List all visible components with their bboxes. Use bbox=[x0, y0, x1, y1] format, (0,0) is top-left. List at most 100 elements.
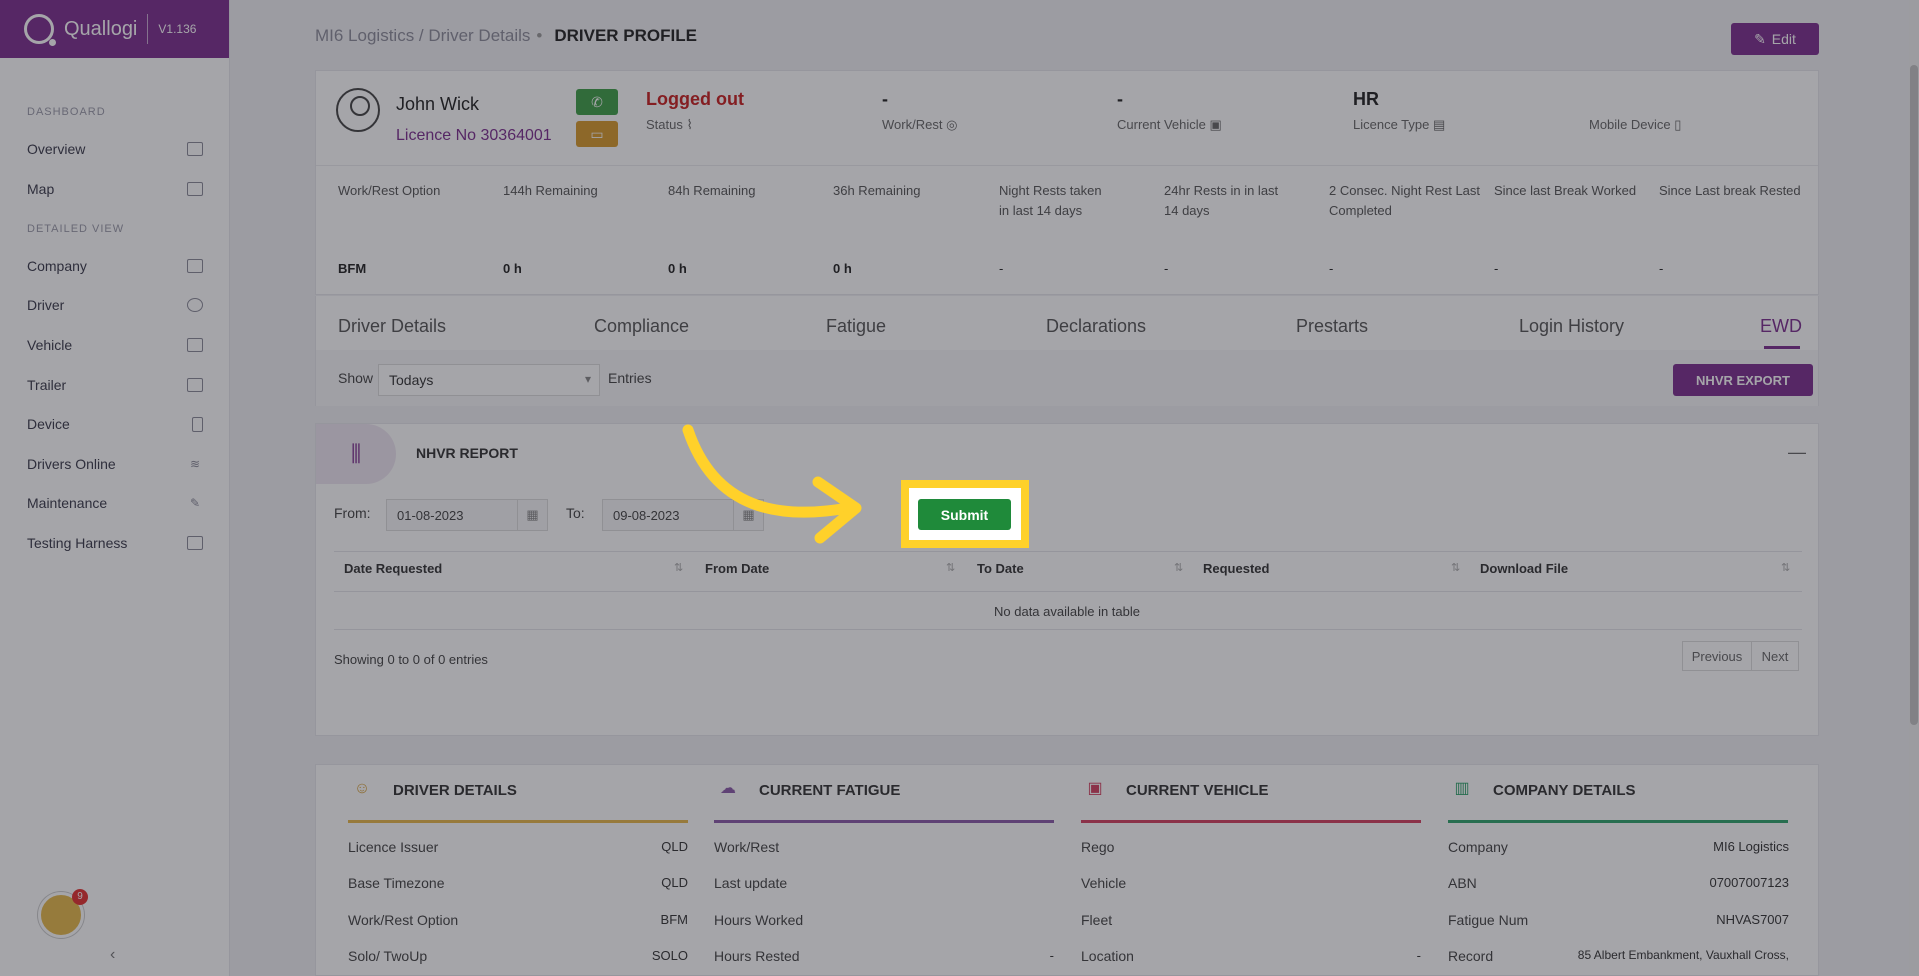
entries-select[interactable]: Todays bbox=[378, 364, 600, 396]
brand-header[interactable]: Quallogi V1.136 bbox=[0, 0, 229, 58]
tab-prestarts[interactable]: Prestarts bbox=[1296, 316, 1368, 337]
table-bottom-border bbox=[334, 629, 1802, 630]
tab-driver-details[interactable]: Driver Details bbox=[338, 316, 446, 337]
fatigue-header: 24hr Rests in in last 14 days bbox=[1164, 183, 1279, 218]
table-top-border bbox=[334, 551, 1802, 552]
table-header-border bbox=[334, 591, 1802, 592]
current-vehicle-title: CURRENT VEHICLE bbox=[1126, 782, 1269, 799]
driver-avatar-icon bbox=[336, 88, 380, 132]
brand-divider bbox=[147, 14, 149, 44]
sort-icon[interactable]: ⇅ bbox=[674, 561, 683, 574]
quallogi-logo-icon bbox=[24, 14, 56, 46]
sidebar-item-company[interactable]: Company bbox=[0, 251, 230, 281]
sidebar-item-vehicle[interactable]: Vehicle bbox=[0, 330, 230, 360]
current-fatigue-bar bbox=[714, 820, 1054, 823]
collapse-sidebar-chevron-icon[interactable]: ‹ bbox=[110, 946, 115, 964]
detail-label: Licence Issuer bbox=[348, 839, 439, 855]
tab-fatigue[interactable]: Fatigue bbox=[826, 316, 886, 337]
current-fatigue-icon: ☁ bbox=[720, 780, 736, 797]
column-to-date[interactable]: To Date bbox=[977, 561, 1024, 576]
sort-icon[interactable]: ⇅ bbox=[1781, 561, 1790, 574]
current-vehicle-icon: ▣ bbox=[1087, 780, 1103, 797]
report-title: NHVR REPORT bbox=[416, 445, 518, 461]
sidebar-item-device[interactable]: Device bbox=[0, 409, 230, 439]
bus-icon: ▣ bbox=[1209, 117, 1222, 132]
sidebar-item-driver[interactable]: Driver bbox=[0, 290, 230, 320]
previous-page-button[interactable]: Previous bbox=[1682, 641, 1752, 671]
call-button[interactable]: ✆ bbox=[576, 89, 618, 115]
fatigue-header: Since last Break Worked bbox=[1494, 183, 1637, 198]
to-label: To: bbox=[566, 505, 585, 521]
nhvr-export-button[interactable]: NHVR EXPORT bbox=[1673, 364, 1813, 396]
empty-table-message: No data available in table bbox=[994, 604, 1140, 619]
sidebar-item-map[interactable]: Map bbox=[0, 174, 230, 204]
breadcrumb-separator: • bbox=[536, 26, 543, 45]
phone-icon: ✆ bbox=[591, 94, 603, 110]
fatigue-value: - bbox=[1329, 261, 1334, 276]
app-name: Quallogi bbox=[64, 17, 138, 40]
from-date-input[interactable]: 01-08-2023 ▦ bbox=[386, 499, 548, 531]
sidebar-item-label: Map bbox=[27, 181, 55, 197]
tab-login-history[interactable]: Login History bbox=[1519, 316, 1624, 337]
column-requested[interactable]: Requested bbox=[1203, 561, 1269, 576]
next-page-button[interactable]: Next bbox=[1751, 641, 1799, 671]
entries-label: Entries bbox=[608, 370, 652, 386]
driver-name: John Wick bbox=[396, 94, 480, 114]
page-scrollbar[interactable] bbox=[1909, 0, 1919, 976]
edit-icon: ✎ bbox=[1754, 30, 1766, 47]
sort-icon[interactable]: ⇅ bbox=[1451, 561, 1460, 574]
sidebar-item-label: Device bbox=[27, 416, 70, 432]
vehicle-label: Current Vehicle bbox=[1117, 117, 1206, 132]
sidebar-item-testing-harness[interactable]: Testing Harness bbox=[0, 528, 230, 558]
detail-label: Fatigue Num bbox=[1448, 912, 1529, 928]
profile-tabs: Driver Details Compliance Fatigue Declar… bbox=[315, 296, 1819, 350]
detail-value: MI6 Logistics bbox=[1713, 839, 1789, 854]
tab-declarations[interactable]: Declarations bbox=[1046, 316, 1146, 337]
detail-value: NHVAS7007 bbox=[1716, 912, 1789, 927]
chat-icon: ▭ bbox=[590, 126, 604, 142]
mobile-icon: ▯ bbox=[1674, 117, 1682, 132]
sort-icon[interactable]: ⇅ bbox=[1174, 561, 1183, 574]
report-icon: ⫼ bbox=[316, 424, 396, 484]
from-date-value: 01-08-2023 bbox=[397, 508, 464, 523]
tab-compliance[interactable]: Compliance bbox=[594, 316, 689, 337]
column-download-file[interactable]: Download File bbox=[1480, 561, 1568, 576]
calendar-icon[interactable]: ▦ bbox=[517, 500, 547, 530]
submit-button[interactable]: Submit bbox=[918, 499, 1011, 530]
message-button[interactable]: ▭ bbox=[576, 121, 618, 147]
tab-ewd[interactable]: EWD bbox=[1760, 316, 1802, 337]
sidebar-item-drivers-online[interactable]: Drivers Online ≋ bbox=[0, 449, 230, 479]
sidebar-item-overview[interactable]: Overview bbox=[0, 134, 230, 164]
edit-button-label: Edit bbox=[1771, 31, 1796, 47]
status-stat: Logged out Status ⌇ bbox=[646, 89, 744, 133]
show-label: Show bbox=[338, 370, 374, 386]
fatigue-header: 84h Remaining bbox=[668, 183, 756, 198]
detail-label: Last update bbox=[714, 875, 788, 891]
workrest-value: - bbox=[882, 89, 888, 109]
sort-icon[interactable]: ⇅ bbox=[946, 561, 955, 574]
detail-value: - bbox=[1049, 948, 1054, 963]
minimize-icon[interactable]: — bbox=[1788, 442, 1806, 463]
edit-button[interactable]: ✎ Edit bbox=[1731, 23, 1819, 55]
detail-value: BFM bbox=[660, 912, 688, 927]
column-from-date[interactable]: From Date bbox=[705, 561, 769, 576]
status-label: Status bbox=[646, 117, 683, 132]
detail-label: Work/Rest bbox=[714, 839, 780, 855]
sidebar-item-trailer[interactable]: Trailer bbox=[0, 370, 230, 400]
user-icon bbox=[187, 298, 203, 312]
detail-label: Fleet bbox=[1081, 912, 1113, 928]
detail-value: 07007007123 bbox=[1709, 875, 1789, 890]
sidebar-item-label: Company bbox=[27, 258, 87, 274]
sidebar: Quallogi V1.136 DASHBOARD Overview Map D… bbox=[0, 0, 230, 976]
workrest-label: Work/Rest bbox=[882, 117, 943, 132]
column-date-requested[interactable]: Date Requested bbox=[344, 561, 442, 576]
sidebar-item-maintenance[interactable]: Maintenance ✎ bbox=[0, 488, 230, 518]
detail-label: Solo/ TwoUp bbox=[348, 948, 428, 964]
current-fatigue-title: CURRENT FATIGUE bbox=[759, 782, 901, 799]
main-content: MI6 Logistics / Driver Details • DRIVER PR… bbox=[230, 0, 1910, 976]
breadcrumb-path[interactable]: MI6 Logistics / Driver Details bbox=[315, 26, 530, 45]
fatigue-header: Night Rests taken in last 14 days bbox=[999, 183, 1102, 218]
scrollbar-thumb[interactable] bbox=[1910, 65, 1918, 725]
driver-details-title: DRIVER DETAILS bbox=[393, 782, 517, 799]
section-dashboard: DASHBOARD bbox=[27, 106, 106, 118]
